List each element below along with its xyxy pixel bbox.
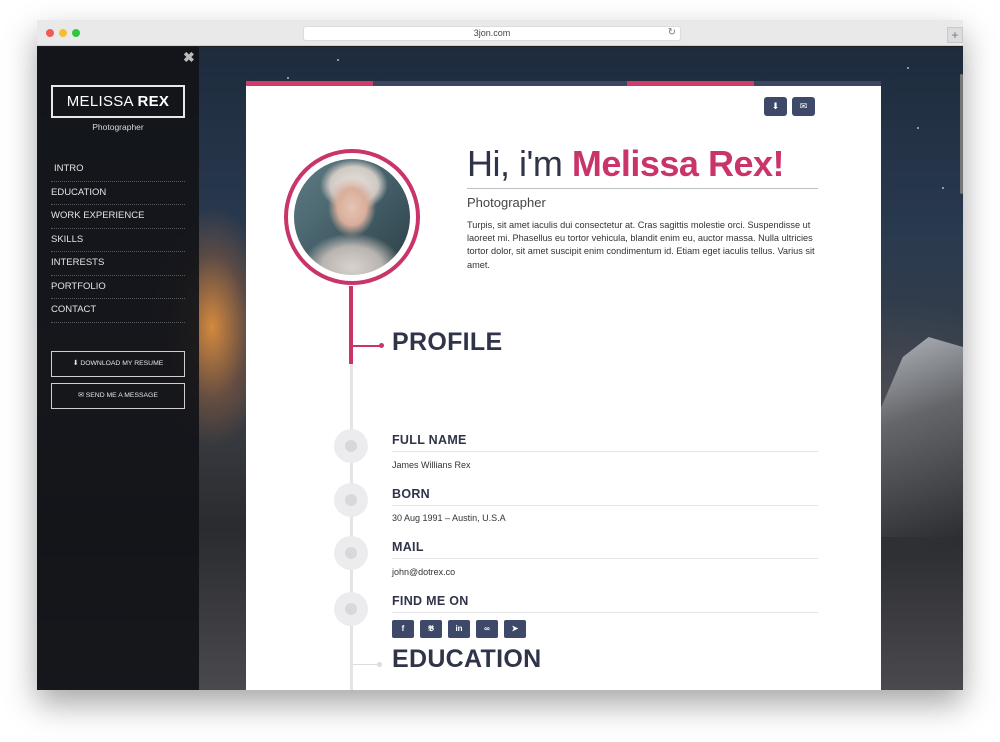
logo-first: MELISSA — [66, 93, 134, 110]
field-divider — [392, 612, 818, 613]
field-label-full-name: FULL NAME — [392, 433, 467, 447]
logo-text: MELISSA REX — [53, 93, 183, 110]
hero-greeting: Hi, i'm — [467, 143, 563, 184]
envelope-icon: ✉ — [799, 101, 808, 111]
download-icon: ⬇ — [771, 101, 780, 111]
timeline-node — [334, 592, 368, 626]
field-label-find-me-on: FIND ME ON — [392, 594, 469, 608]
send-message-button[interactable]: ✉ SEND ME A MESSAGE — [51, 383, 185, 409]
send-icon[interactable]: ➤ — [504, 620, 526, 638]
link-icon[interactable]: ∞ — [476, 620, 498, 638]
reload-icon[interactable]: ↻ — [668, 27, 676, 38]
sidebar: ✖ MELISSA REX Photographer INTRO EDUCATI… — [37, 47, 199, 690]
top-accent-bar — [246, 81, 373, 86]
download-resume-label: DOWNLOAD MY RESUME — [80, 360, 164, 367]
field-value-born: 30 Aug 1991 – Austin, U.S.A — [392, 513, 506, 523]
envelope-icon: ✉ — [78, 392, 84, 399]
close-window-button[interactable] — [46, 29, 54, 37]
field-value-mail: john@dotrex.co — [392, 567, 456, 577]
browser-window: 3jon.com ↻ + ✖ MELISSA REX Photographer … — [37, 20, 963, 690]
download-button[interactable]: ⬇ — [764, 97, 787, 116]
hero-role: Photographer — [467, 195, 546, 210]
timeline-active-line — [349, 286, 353, 364]
profile-section-title: PROFILE — [392, 328, 503, 356]
browser-titlebar: 3jon.com ↻ + — [37, 20, 963, 46]
field-label-born: BORN — [392, 487, 431, 501]
nav-item-work-experience[interactable]: WORK EXPERIENCE — [51, 205, 185, 229]
address-bar[interactable]: 3jon.com ↻ — [303, 26, 681, 41]
top-accent-bar — [627, 81, 754, 86]
sidebar-nav: INTRO EDUCATION WORK EXPERIENCE SKILLS I… — [51, 158, 185, 323]
timeline-section-dot — [377, 662, 382, 667]
profile-photo-frame — [284, 149, 420, 285]
star — [907, 67, 909, 69]
nav-item-skills[interactable]: SKILLS — [51, 229, 185, 252]
nav-item-interests[interactable]: INTERESTS — [51, 252, 185, 276]
download-resume-button[interactable]: ⬇ DOWNLOAD MY RESUME — [51, 351, 185, 377]
resume-card: ⬇ ✉ Hi, i'm Melissa Rex! Photographer Tu… — [246, 81, 881, 690]
minimize-window-button[interactable] — [59, 29, 67, 37]
hero-bio: Turpis, sit amet iaculis dui consectetur… — [467, 220, 815, 270]
star — [942, 187, 944, 189]
scrollbar[interactable] — [960, 74, 963, 194]
hero-heading: Hi, i'm Melissa Rex! — [467, 143, 784, 185]
field-divider — [392, 451, 818, 452]
star — [337, 59, 339, 61]
timeline-node — [334, 536, 368, 570]
send-message-label: SEND ME A MESSAGE — [85, 392, 158, 399]
twitter-icon[interactable]: 𝕭 — [420, 620, 442, 638]
nav-item-education[interactable]: EDUCATION — [51, 182, 185, 205]
url-text: 3jon.com — [473, 28, 511, 38]
hero-name: Melissa Rex! — [571, 143, 785, 184]
timeline-node — [334, 483, 368, 517]
timeline-section-tick — [353, 345, 381, 347]
field-divider — [392, 505, 818, 506]
social-links: f 𝕭 in ∞ ➤ — [392, 620, 532, 638]
timeline-node — [334, 429, 368, 463]
logo-subtitle: Photographer — [92, 122, 144, 132]
close-icon[interactable]: ✖ — [183, 49, 195, 66]
download-icon: ⬇ — [72, 360, 79, 367]
page-content: ✖ MELISSA REX Photographer INTRO EDUCATI… — [37, 47, 963, 690]
linkedin-icon[interactable]: in — [448, 620, 470, 638]
logo[interactable]: MELISSA REX — [51, 85, 185, 118]
top-accent-bar — [373, 81, 627, 86]
maximize-window-button[interactable] — [72, 29, 80, 37]
hero-divider — [467, 188, 818, 189]
field-divider — [392, 558, 818, 559]
top-accent-bar — [754, 81, 881, 86]
logo-last: REX — [137, 93, 170, 110]
nav-item-portfolio[interactable]: PORTFOLIO — [51, 276, 185, 299]
timeline-section-tick — [353, 664, 379, 665]
star — [917, 127, 919, 129]
education-section-title: EDUCATION — [392, 645, 542, 673]
nav-item-contact[interactable]: CONTACT — [51, 299, 185, 323]
field-value-full-name: James Willians Rex — [392, 460, 471, 470]
profile-photo — [294, 159, 410, 275]
facebook-icon[interactable]: f — [392, 620, 414, 638]
star — [287, 77, 289, 79]
timeline-section-dot — [379, 343, 384, 348]
timeline-line — [350, 364, 353, 690]
mail-button[interactable]: ✉ — [792, 97, 815, 116]
field-label-mail: MAIL — [392, 540, 424, 554]
nav-item-intro[interactable]: INTRO — [51, 158, 185, 182]
new-tab-button[interactable]: + — [947, 27, 963, 43]
